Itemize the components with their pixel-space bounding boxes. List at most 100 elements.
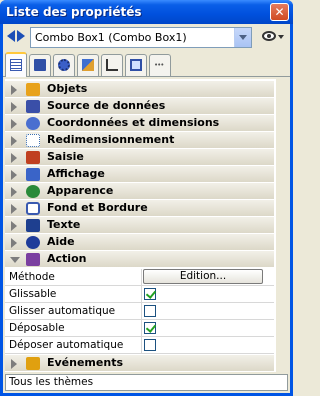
- glisser-automatique-checkbox[interactable]: [144, 305, 156, 317]
- expand-arrow-icon[interactable]: [11, 119, 17, 129]
- category-label: Aide: [47, 235, 75, 248]
- expand-arrow-icon[interactable]: [11, 153, 17, 163]
- help-icon: [26, 236, 40, 249]
- category-label: Texte: [47, 218, 81, 231]
- gear-icon: [58, 59, 70, 71]
- chart-icon: [106, 59, 118, 71]
- tab-chart[interactable]: [101, 54, 123, 76]
- category-label: Fond et Bordure: [47, 201, 148, 214]
- eye-icon: [26, 185, 40, 198]
- tab-more[interactable]: •••: [149, 54, 171, 76]
- property-label: Déposable: [9, 322, 65, 334]
- vertical-scrollbar[interactable]: [276, 79, 288, 372]
- floppy-icon: [34, 59, 46, 71]
- dropdown-arrow-icon: [278, 35, 284, 39]
- property-label: Déposer automatique: [9, 339, 124, 351]
- category-label: Apparence: [47, 184, 114, 197]
- theme-filter-bar[interactable]: Tous les thèmes: [5, 374, 288, 391]
- chevron-down-icon[interactable]: [234, 28, 251, 47]
- property-value: [141, 286, 274, 302]
- tab-strip: •••: [3, 52, 290, 77]
- user-input-icon: [26, 151, 40, 164]
- property-value: Edition...: [141, 269, 274, 285]
- action-icon: [26, 253, 40, 266]
- close-button[interactable]: ✕: [270, 3, 289, 21]
- object-selector-value: Combo Box1 (Combo Box1): [35, 31, 187, 44]
- display-icon: [26, 168, 40, 181]
- text-icon: [26, 219, 40, 232]
- category-label: Evénements: [47, 356, 123, 369]
- edit-method-button[interactable]: Edition...: [143, 269, 263, 284]
- category-action[interactable]: Action: [5, 251, 274, 268]
- expand-arrow-icon[interactable]: [11, 136, 17, 146]
- expand-arrow-icon[interactable]: [11, 187, 17, 197]
- cube-icon: [26, 83, 40, 96]
- expand-arrow-icon[interactable]: [11, 221, 17, 231]
- tab-shapes[interactable]: [77, 54, 99, 76]
- property-methode: Méthode Edition...: [5, 269, 274, 286]
- property-list: Objets Source de données Coordonnées et …: [5, 79, 288, 372]
- title-bar[interactable]: Liste des propriétés ✕: [0, 0, 293, 24]
- category-evenements[interactable]: Evénements: [5, 355, 274, 372]
- eye-icon: [262, 31, 276, 41]
- expand-arrow-icon[interactable]: [11, 359, 17, 369]
- property-deposer-automatique: Déposer automatique: [5, 337, 274, 354]
- category-aide[interactable]: Aide: [5, 234, 274, 251]
- object-selector-combo[interactable]: Combo Box1 (Combo Box1): [30, 27, 252, 48]
- property-label: Glissable: [9, 288, 57, 300]
- frame-icon: [26, 202, 40, 215]
- collapse-arrow-icon[interactable]: [10, 257, 20, 263]
- expand-arrow-icon[interactable]: [11, 85, 17, 95]
- list-icon: [10, 59, 22, 71]
- tab-settings[interactable]: [53, 54, 75, 76]
- object-selector-row: Combo Box1 (Combo Box1): [3, 24, 290, 50]
- category-label: Affichage: [47, 167, 105, 180]
- deposable-checkbox[interactable]: [144, 322, 156, 334]
- property-value: [141, 320, 274, 336]
- category-affichage[interactable]: Affichage: [5, 166, 274, 183]
- tab-save[interactable]: [29, 54, 51, 76]
- monitor-icon: [130, 59, 142, 71]
- property-label: Méthode: [9, 271, 55, 283]
- category-label: Coordonnées et dimensions: [47, 116, 220, 129]
- arrow-right-icon[interactable]: [17, 30, 25, 42]
- property-label: Glisser automatique: [9, 305, 116, 317]
- category-apparence[interactable]: Apparence: [5, 183, 274, 200]
- deposer-automatique-checkbox[interactable]: [144, 339, 156, 351]
- category-saisie[interactable]: Saisie: [5, 149, 274, 166]
- category-label: Saisie: [47, 150, 84, 163]
- window-client: Combo Box1 (Combo Box1) ••• Objets Sourc…: [3, 24, 290, 393]
- category-label: Source de données: [47, 99, 166, 112]
- expand-arrow-icon[interactable]: [11, 238, 17, 248]
- theme-filter-label: Tous les thèmes: [9, 376, 94, 388]
- expand-arrow-icon[interactable]: [11, 204, 17, 214]
- navigate-arrows-icon[interactable]: [7, 30, 27, 44]
- category-label: Objets: [47, 82, 88, 95]
- expand-arrow-icon[interactable]: [11, 102, 17, 112]
- category-redimensionnement[interactable]: Redimensionnement: [5, 132, 274, 149]
- tab-all-properties[interactable]: [5, 52, 27, 77]
- category-fond-bordure[interactable]: Fond et Bordure: [5, 200, 274, 217]
- property-deposable: Déposable: [5, 320, 274, 337]
- view-options-button[interactable]: [262, 30, 284, 44]
- category-source-donnees[interactable]: Source de données: [5, 98, 274, 115]
- tab-display[interactable]: [125, 54, 147, 76]
- category-texte[interactable]: Texte: [5, 217, 274, 234]
- shapes-icon: [82, 59, 94, 71]
- property-value: [141, 303, 274, 319]
- more-icon: •••: [154, 61, 164, 69]
- properties-window: Liste des propriétés ✕ Combo Box1 (Combo…: [0, 0, 293, 396]
- arrow-left-icon[interactable]: [7, 30, 15, 42]
- database-icon: [26, 100, 40, 113]
- property-glissable: Glissable: [5, 286, 274, 303]
- property-value: [141, 337, 274, 353]
- event-icon: [26, 357, 40, 370]
- category-label: Action: [47, 252, 87, 265]
- resize-icon: [26, 134, 40, 147]
- window-title: Liste des propriétés: [6, 5, 142, 19]
- category-objets[interactable]: Objets: [5, 81, 274, 98]
- category-coordonnees[interactable]: Coordonnées et dimensions: [5, 115, 274, 132]
- crosshair-icon: [26, 117, 40, 130]
- expand-arrow-icon[interactable]: [11, 170, 17, 180]
- glissable-checkbox[interactable]: [144, 288, 156, 300]
